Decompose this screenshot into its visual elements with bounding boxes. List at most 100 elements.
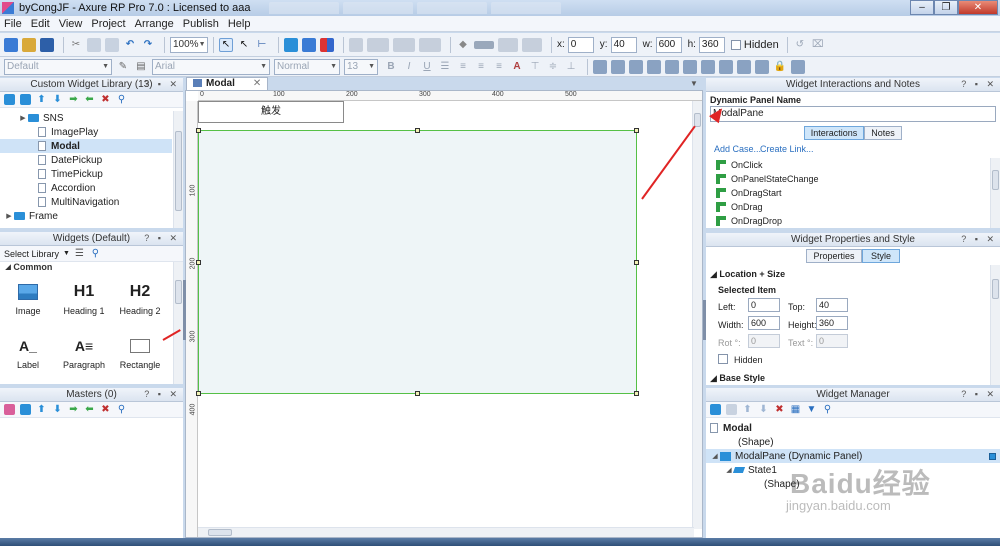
- rotate-icon[interactable]: ↺: [793, 38, 807, 52]
- lock-icon[interactable]: 🔒: [773, 60, 787, 74]
- align-center-edges-icon[interactable]: [611, 59, 625, 74]
- tree-item-timepickup[interactable]: TimePickup: [0, 167, 172, 181]
- italic-button[interactable]: I: [402, 60, 416, 74]
- widgets-section-common[interactable]: ◢ Common: [4, 262, 52, 270]
- widget-label[interactable]: A_ Label: [0, 332, 56, 370]
- line-style-icon[interactable]: [522, 37, 542, 52]
- minimize-button[interactable]: –: [910, 0, 934, 15]
- search-icon[interactable]: ⚲: [116, 404, 127, 415]
- menu-project[interactable]: Project: [91, 18, 125, 30]
- h-input[interactable]: 360: [698, 36, 725, 53]
- select-library-dropdown[interactable]: Select Library: [4, 249, 59, 259]
- tab-style[interactable]: Style: [862, 249, 900, 263]
- tree-item-modal[interactable]: Modal: [0, 139, 172, 153]
- font-size-select[interactable]: 13 ▼: [344, 58, 378, 75]
- undo-icon[interactable]: ↶: [123, 38, 137, 52]
- distribute-v-icon[interactable]: [719, 59, 733, 74]
- paste-icon[interactable]: [105, 37, 119, 52]
- menu-file[interactable]: File: [4, 18, 22, 30]
- align-right-edges-icon[interactable]: [629, 59, 643, 74]
- style-editor-icon[interactable]: ✎: [116, 60, 130, 74]
- wm-row-modal[interactable]: Modal: [706, 421, 1000, 435]
- menu-icon[interactable]: ☰: [74, 248, 85, 259]
- resize-handle[interactable]: [196, 391, 201, 396]
- tab-notes[interactable]: Notes: [864, 126, 902, 140]
- valign-top-icon[interactable]: ⊤: [528, 60, 542, 74]
- move-up-icon[interactable]: ⬆: [36, 404, 47, 415]
- tree-item-datepickup[interactable]: DatePickup: [0, 153, 172, 167]
- save-icon[interactable]: [40, 37, 54, 52]
- line-weight-icon[interactable]: [498, 37, 518, 52]
- underline-button[interactable]: U: [420, 60, 434, 74]
- indent-icon[interactable]: ➡: [68, 404, 79, 415]
- text-rotation-input[interactable]: 0: [816, 334, 848, 348]
- menu-publish[interactable]: Publish: [183, 18, 219, 30]
- cut-icon[interactable]: ✂: [69, 38, 83, 52]
- modal-dynamic-panel[interactable]: [198, 130, 637, 394]
- distribute-icon[interactable]: [393, 37, 415, 52]
- tab-properties[interactable]: Properties: [806, 249, 862, 263]
- font-color-button[interactable]: A: [510, 60, 524, 74]
- new-file-icon[interactable]: [4, 37, 18, 52]
- search-icon[interactable]: ⚲: [90, 248, 101, 259]
- add-master-icon[interactable]: [4, 404, 15, 415]
- menu-help[interactable]: Help: [228, 18, 251, 30]
- add-folder-icon[interactable]: [20, 404, 31, 415]
- w-input[interactable]: 600: [655, 36, 682, 53]
- distribute-h-icon[interactable]: [701, 59, 715, 74]
- align-right-icon[interactable]: ≡: [492, 60, 506, 74]
- resize-handle[interactable]: [196, 128, 201, 133]
- left-splitter-handle[interactable]: [183, 280, 186, 340]
- fill-color-icon[interactable]: ◆: [456, 38, 470, 52]
- align-top-edges-icon[interactable]: [647, 59, 661, 74]
- close-icon[interactable]: ✕: [253, 78, 261, 89]
- indent-icon[interactable]: ➡: [68, 94, 79, 105]
- hidden-checkbox[interactable]: [730, 39, 741, 50]
- canvas-scrollbar-h[interactable]: [198, 527, 694, 537]
- open-folder-icon[interactable]: [22, 37, 36, 52]
- select-contained-icon[interactable]: ↖: [237, 38, 251, 52]
- dynamic-panel-name-input[interactable]: ModalPane: [710, 106, 996, 122]
- width-input[interactable]: 600: [748, 316, 780, 330]
- event-ondragstart[interactable]: OnDragStart: [706, 186, 988, 200]
- line-color-icon[interactable]: [474, 40, 494, 49]
- properties-scrollbar[interactable]: [990, 265, 1000, 385]
- generate-icon[interactable]: [320, 37, 334, 52]
- align-middle-edges-icon[interactable]: [665, 59, 679, 74]
- panel-visibility-icon[interactable]: [989, 452, 996, 460]
- resize-handle[interactable]: [634, 391, 639, 396]
- resize-handle[interactable]: [196, 260, 201, 265]
- event-onclick[interactable]: OnClick: [706, 158, 988, 172]
- style-select[interactable]: Default ▼: [4, 58, 112, 75]
- copy-icon[interactable]: [87, 37, 101, 52]
- valign-bottom-icon[interactable]: ⊥: [564, 60, 578, 74]
- bullet-list-icon[interactable]: ☰: [438, 60, 452, 74]
- tree-item-accordion[interactable]: Accordion: [0, 181, 172, 195]
- y-input[interactable]: 40: [610, 36, 637, 53]
- group-icon[interactable]: [349, 37, 363, 52]
- resize-handle[interactable]: [415, 391, 420, 396]
- widget-heading-1[interactable]: H1 Heading 1: [56, 278, 112, 316]
- align-left-icon[interactable]: ≡: [456, 60, 470, 74]
- menu-edit[interactable]: Edit: [31, 18, 50, 30]
- align-center-icon[interactable]: ≡: [474, 60, 488, 74]
- widget-rectangle[interactable]: Rectangle: [112, 332, 168, 370]
- close-button[interactable]: ✕: [958, 0, 998, 15]
- section-location-size[interactable]: ◢ Location + Size: [710, 269, 785, 280]
- connector-icon[interactable]: ⊢: [255, 38, 269, 52]
- tree-item-imageplay[interactable]: ImagePlay: [0, 125, 172, 139]
- left-input[interactable]: 0: [748, 298, 780, 312]
- bring-front-icon[interactable]: [737, 59, 751, 74]
- align-icon[interactable]: [367, 37, 389, 52]
- widget-heading-2[interactable]: H2 Heading 2: [112, 278, 168, 316]
- align-bottom-edges-icon[interactable]: [683, 59, 697, 74]
- widget-image[interactable]: Image: [0, 278, 56, 316]
- event-onpanelstatechange[interactable]: OnPanelStateChange: [706, 172, 988, 186]
- add-folder-icon[interactable]: [20, 94, 31, 105]
- hidden-checkbox[interactable]: [718, 354, 728, 364]
- wm-row-shape[interactable]: (Shape): [706, 435, 1000, 449]
- menu-view[interactable]: View: [59, 18, 83, 30]
- style-paint-icon[interactable]: ▤: [134, 60, 148, 74]
- delete-icon[interactable]: ✖: [100, 404, 111, 415]
- filter-icon[interactable]: ▼: [806, 404, 817, 415]
